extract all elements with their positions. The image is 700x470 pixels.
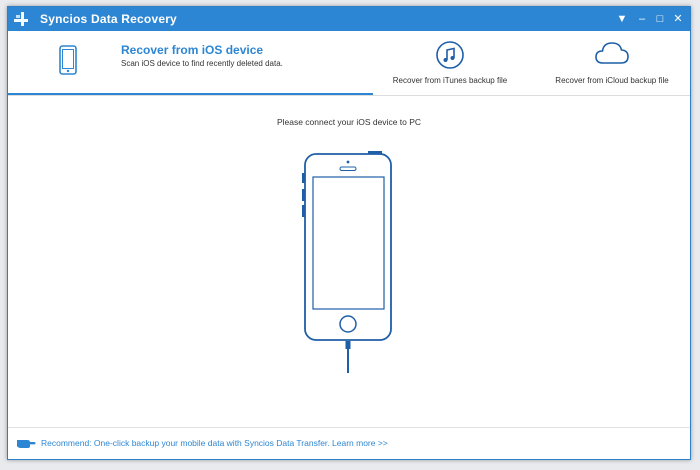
connect-prompt: Please connect your iOS device to PC [276, 117, 422, 127]
recommend-link[interactable]: Recommend: One-click backup your mobile … [41, 438, 388, 448]
tab-itunes-label: Recover from iTunes backup file [392, 76, 508, 85]
tab-recover-itunes-backup[interactable]: Recover from iTunes backup file [380, 31, 520, 93]
app-logo-icon [14, 12, 28, 26]
phone-icon [59, 45, 77, 75]
iphone-illustration [302, 151, 392, 373]
title-bar: Syncios Data Recovery ▼ – □ ✕ [8, 7, 690, 31]
tab-recover-icloud-backup[interactable]: Recover from iCloud backup file [542, 31, 682, 93]
tab-icloud-label: Recover from iCloud backup file [555, 76, 669, 85]
footer-divider [8, 427, 690, 428]
maximize-button[interactable]: □ [652, 11, 668, 27]
itunes-music-icon [436, 41, 464, 69]
tab-ios-title: Recover from iOS device [121, 43, 264, 57]
minimize-button[interactable]: – [634, 11, 650, 27]
tab-ios-subtitle: Scan iOS device to find recently deleted… [121, 59, 283, 68]
tab-recover-ios-device[interactable]: Recover from iOS device Scan iOS device … [8, 31, 373, 95]
mode-tabs: Recover from iOS device Scan iOS device … [8, 31, 690, 97]
window-title: Syncios Data Recovery [40, 12, 177, 26]
icloud-cloud-icon [595, 42, 629, 64]
close-button[interactable]: ✕ [670, 11, 686, 27]
app-window: Syncios Data Recovery ▼ – □ ✕ Recover fr… [7, 6, 691, 460]
nav-divider [8, 95, 690, 96]
pointing-hand-icon [17, 440, 36, 448]
menu-dropdown-button[interactable]: ▼ [614, 11, 630, 27]
